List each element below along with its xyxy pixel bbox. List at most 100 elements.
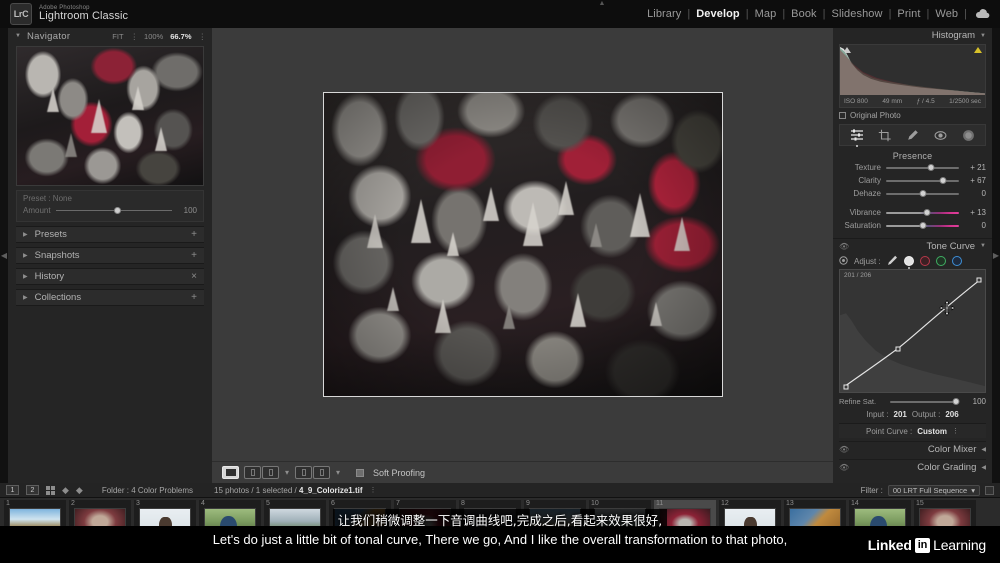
chevron-down-icon[interactable]: ▾ bbox=[971, 486, 975, 495]
zoom-current[interactable]: 66.7% bbox=[170, 32, 191, 41]
tone-curve-header[interactable]: 👁 Tone Curve ▼ bbox=[833, 238, 992, 253]
texture-slider[interactable] bbox=[886, 163, 959, 171]
add-preset-icon[interactable]: + bbox=[191, 229, 197, 240]
before-after-topbottom-button[interactable] bbox=[295, 466, 331, 479]
chevron-right-icon[interactable]: ▶ bbox=[23, 231, 28, 238]
dehaze-slider-row[interactable]: Dehaze 0 bbox=[833, 187, 992, 200]
top-panel-collapse-arrow[interactable]: ▲ bbox=[212, 0, 992, 7]
red-eye-icon[interactable] bbox=[933, 128, 948, 143]
saturation-slider-row[interactable]: Saturation 0 bbox=[833, 219, 992, 232]
histogram[interactable]: ISO 800 49 mm ƒ / 4.5 1/2500 sec bbox=[839, 44, 986, 108]
soft-proofing-checkbox[interactable] bbox=[356, 468, 365, 477]
chevron-right-icon[interactable]: ▶ bbox=[23, 273, 28, 280]
filmstrip-source-menu-icon[interactable]: ⋮ bbox=[370, 486, 377, 494]
main-window-button[interactable]: 1 bbox=[6, 485, 19, 495]
sidebar-item-presets[interactable]: ▶ Presets + bbox=[16, 226, 204, 243]
chevron-down-icon[interactable]: ▼ bbox=[15, 33, 21, 39]
original-photo-checkbox[interactable] bbox=[839, 112, 846, 119]
point-curve-menu-icon[interactable]: ⋮ bbox=[952, 427, 959, 435]
channel-red-dot[interactable] bbox=[919, 256, 930, 266]
tone-curve-visibility-icon[interactable]: 👁 bbox=[839, 242, 849, 251]
grid-view-icon[interactable] bbox=[46, 485, 55, 495]
module-print[interactable]: Print bbox=[891, 8, 926, 20]
saturation-slider[interactable] bbox=[886, 221, 959, 229]
clarity-slider-knob[interactable] bbox=[939, 176, 947, 184]
dehaze-slider-knob[interactable] bbox=[919, 189, 926, 197]
module-web[interactable]: Web bbox=[929, 8, 964, 20]
refine-saturation-slider[interactable] bbox=[890, 397, 960, 405]
before-after-tb-menu-icon[interactable]: ▾ bbox=[335, 468, 341, 477]
zoom-100[interactable]: 100% bbox=[144, 32, 163, 41]
clarity-slider-row[interactable]: Clarity + 67 bbox=[833, 174, 992, 187]
point-curve-pencil-icon[interactable] bbox=[887, 255, 898, 268]
texture-slider-knob[interactable] bbox=[927, 163, 935, 171]
amount-slider[interactable] bbox=[55, 207, 172, 214]
channel-rgb-dot[interactable] bbox=[903, 256, 914, 266]
zoom-fit-dots[interactable]: ⋮ bbox=[131, 32, 138, 41]
sidebar-item-history[interactable]: ▶ History × bbox=[16, 268, 204, 285]
module-library[interactable]: Library bbox=[641, 8, 687, 20]
panel-color-mixer[interactable]: 👁 Color Mixer ◀ bbox=[839, 441, 986, 456]
sidebar-item-collections[interactable]: ▶ Collections + bbox=[16, 289, 204, 306]
tone-curve-point-black[interactable] bbox=[843, 384, 849, 390]
before-after-lr-button[interactable] bbox=[244, 466, 279, 479]
navigator-preview[interactable] bbox=[16, 46, 204, 186]
color-grading-visibility-icon[interactable]: 👁 bbox=[839, 463, 849, 472]
zoom-current-dots[interactable]: ⋮ bbox=[199, 32, 206, 41]
targeted-adjustment-icon[interactable] bbox=[839, 255, 848, 267]
cloud-sync-icon[interactable] bbox=[975, 9, 990, 19]
channel-green-dot[interactable] bbox=[935, 256, 946, 266]
color-mixer-visibility-icon[interactable]: 👁 bbox=[839, 445, 849, 454]
chevron-right-icon[interactable]: ▶ bbox=[23, 252, 28, 259]
right-panel-collapse-arrow[interactable]: ▶ bbox=[992, 28, 1000, 483]
module-develop[interactable]: Develop bbox=[690, 8, 746, 20]
histogram-header[interactable]: Histogram ▼ bbox=[833, 28, 992, 43]
texture-slider-row[interactable]: Texture + 21 bbox=[833, 161, 992, 174]
masking-icon[interactable] bbox=[961, 128, 976, 143]
module-book[interactable]: Book bbox=[785, 8, 822, 20]
point-curve-row[interactable]: Point Curve : Custom ⋮ bbox=[839, 423, 986, 438]
tone-curve-point-mid[interactable] bbox=[895, 346, 901, 352]
forward-arrow-icon[interactable]: ◆ bbox=[76, 485, 83, 496]
clarity-slider[interactable] bbox=[886, 176, 959, 184]
main-photo[interactable] bbox=[322, 92, 723, 397]
add-snapshot-icon[interactable]: + bbox=[191, 250, 197, 261]
module-map[interactable]: Map bbox=[749, 8, 783, 20]
filmstrip-folder-label[interactable]: Folder : 4 Color Problems bbox=[102, 486, 193, 495]
crop-overlay-icon[interactable] bbox=[877, 128, 892, 143]
chevron-left-icon[interactable]: ◀ bbox=[981, 464, 986, 471]
chevron-left-icon[interactable]: ◀ bbox=[981, 446, 986, 453]
before-after-lr-menu-icon[interactable]: ▾ bbox=[284, 468, 290, 477]
refine-saturation-knob[interactable] bbox=[952, 397, 960, 405]
filter-lock-icon[interactable] bbox=[985, 485, 994, 495]
clear-history-icon[interactable]: × bbox=[191, 271, 197, 282]
amount-slider-knob[interactable] bbox=[113, 207, 121, 214]
vibrance-slider[interactable] bbox=[886, 208, 959, 216]
secondary-window-button[interactable]: 2 bbox=[26, 485, 39, 495]
dehaze-slider[interactable] bbox=[886, 189, 959, 197]
sidebar-item-snapshots[interactable]: ▶ Snapshots + bbox=[16, 247, 204, 264]
filmstrip-filter-dropdown[interactable]: 00 LRT Full Sequence ▾ bbox=[887, 484, 980, 496]
add-collection-icon[interactable]: + bbox=[191, 292, 197, 303]
healing-brush-icon[interactable] bbox=[905, 128, 920, 143]
chevron-right-icon[interactable]: ▶ bbox=[23, 294, 28, 301]
original-photo-toggle[interactable]: Original Photo bbox=[839, 111, 986, 120]
navigator-header[interactable]: ▼ Navigator FIT ⋮ 100% 66.7% ⋮ bbox=[8, 28, 212, 44]
left-panel-collapse-arrow[interactable]: ◀ bbox=[0, 28, 8, 483]
channel-blue-dot[interactable] bbox=[951, 256, 962, 266]
refine-saturation-row[interactable]: Refine Sat. 100 bbox=[839, 395, 986, 408]
back-arrow-icon[interactable]: ◆ bbox=[62, 485, 69, 496]
saturation-slider-knob[interactable] bbox=[919, 221, 926, 229]
module-slideshow[interactable]: Slideshow bbox=[826, 8, 889, 20]
loupe-view-button[interactable] bbox=[222, 466, 239, 479]
chevron-down-icon[interactable]: ▼ bbox=[980, 33, 986, 39]
tone-curve-graph[interactable]: 201 / 206 bbox=[839, 269, 986, 393]
edit-sliders-icon[interactable] bbox=[849, 128, 864, 143]
point-curve-value[interactable]: Custom bbox=[917, 427, 947, 436]
zoom-fit[interactable]: FIT bbox=[112, 32, 123, 41]
vibrance-slider-row[interactable]: Vibrance + 13 bbox=[833, 206, 992, 219]
chevron-down-icon[interactable]: ▼ bbox=[980, 243, 986, 249]
vibrance-slider-knob[interactable] bbox=[923, 208, 931, 216]
tone-curve-point-white[interactable] bbox=[976, 277, 982, 283]
panel-color-grading[interactable]: 👁 Color Grading ◀ bbox=[839, 459, 986, 474]
